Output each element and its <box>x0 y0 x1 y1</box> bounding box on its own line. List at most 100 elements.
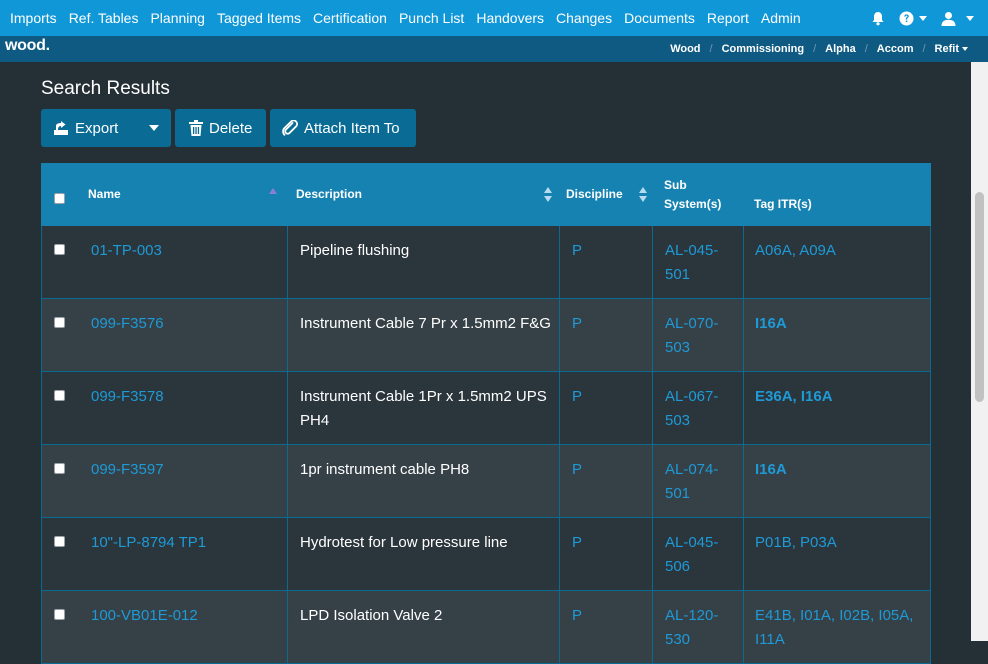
sort-icon <box>639 187 647 203</box>
chevron-down-icon[interactable] <box>149 125 159 131</box>
export-icon <box>54 121 68 135</box>
breadcrumb-separator: / <box>922 43 926 55</box>
item-name-link[interactable]: 01-TP-003 <box>91 242 162 259</box>
breadcrumb-item-phase[interactable]: Refit <box>935 43 968 55</box>
notifications-button[interactable] <box>871 11 885 26</box>
description-cell: LPD Isolation Valve 2 <box>287 591 559 663</box>
delete-button[interactable]: Delete <box>175 109 266 147</box>
row-checkbox[interactable] <box>54 609 65 620</box>
tag-itr-cell: P01B, P03A <box>743 518 931 590</box>
name-cell: 01-TP-003 <box>82 226 287 298</box>
bell-icon <box>872 11 884 25</box>
subsystem-link[interactable]: AL-045-501 <box>665 242 718 283</box>
discipline-cell: P <box>559 445 652 517</box>
table-row[interactable]: 10"-LP-8794 TP1 Hydrotest for Low pressu… <box>41 518 931 591</box>
name-cell: 100-VB01E-012 <box>82 591 287 663</box>
scrollbar-thumb[interactable] <box>975 192 984 402</box>
item-name-link[interactable]: 099-F3576 <box>91 315 164 332</box>
column-header-tag-itr[interactable]: Tag ITR(s) <box>743 163 931 226</box>
tag-itr-link[interactable]: E36A, I16A <box>755 388 833 405</box>
row-checkbox[interactable] <box>54 244 65 255</box>
tag-itr-cell: E41B, I01A, I02B, I05A, I11A <box>743 591 931 663</box>
nav-admin[interactable]: Admin <box>755 0 807 36</box>
tag-itr-cell: I16A <box>743 299 931 371</box>
column-header-tag-itr-label: Tag ITR(s) <box>754 197 812 211</box>
user-menu-button[interactable] <box>941 11 974 26</box>
description-cell: Pipeline flushing <box>287 226 559 298</box>
row-select-cell <box>41 445 82 517</box>
nav-punch-list[interactable]: Punch List <box>393 0 470 36</box>
row-checkbox[interactable] <box>54 536 65 547</box>
results-table: Name Description Discipline Sub System(s… <box>41 163 931 664</box>
breadcrumb: Wood / Commissioning / Alpha / Accom / R… <box>670 36 968 62</box>
main-menu: Imports Ref. Tables Planning Tagged Item… <box>0 0 807 36</box>
subsystem-link[interactable]: AL-070-503 <box>665 315 718 356</box>
nav-certification[interactable]: Certification <box>307 0 393 36</box>
tag-itr-link[interactable]: A06A, A09A <box>755 242 836 259</box>
help-menu-button[interactable] <box>899 11 927 26</box>
nav-changes[interactable]: Changes <box>550 0 618 36</box>
column-header-discipline-label: Discipline <box>566 187 623 201</box>
tag-itr-cell: A06A, A09A <box>743 226 931 298</box>
description-cell: Instrument Cable 7 Pr x 1.5mm2 F&G <box>287 299 559 371</box>
attach-item-button[interactable]: Attach Item To <box>270 109 416 147</box>
column-header-name[interactable]: Name <box>82 163 287 226</box>
breadcrumb-item-project[interactable]: Alpha <box>825 43 856 55</box>
subsystem-cell: AL-045-506 <box>652 518 743 590</box>
export-button[interactable]: Export <box>41 109 171 147</box>
subsystem-link[interactable]: AL-067-503 <box>665 388 718 429</box>
nav-ref-tables[interactable]: Ref. Tables <box>63 0 145 36</box>
subsystem-cell: AL-067-503 <box>652 372 743 444</box>
nav-handovers[interactable]: Handovers <box>470 0 550 36</box>
paperclip-icon <box>282 120 298 136</box>
subsystem-link[interactable]: AL-074-501 <box>665 461 718 502</box>
subsystem-cell: AL-074-501 <box>652 445 743 517</box>
description-cell: Instrument Cable 1Pr x 1.5mm2 UPS PH4 <box>287 372 559 444</box>
item-name-link[interactable]: 099-F3578 <box>91 388 164 405</box>
nav-imports[interactable]: Imports <box>4 0 63 36</box>
table-row[interactable]: 099-F3576 Instrument Cable 7 Pr x 1.5mm2… <box>41 299 931 372</box>
nav-tagged-items[interactable]: Tagged Items <box>211 0 307 36</box>
nav-planning[interactable]: Planning <box>144 0 211 36</box>
table-row[interactable]: 01-TP-003 Pipeline flushing P AL-045-501… <box>41 226 931 299</box>
subsystem-link[interactable]: AL-120-530 <box>665 607 718 648</box>
breadcrumb-item-module[interactable]: Commissioning <box>722 43 805 55</box>
breadcrumb-item-phase-label: Refit <box>934 43 959 55</box>
tag-itr-link[interactable]: E41B, I01A, I02B, I05A, I11A <box>755 607 913 648</box>
nav-report[interactable]: Report <box>701 0 755 36</box>
subsystem-cell: AL-120-530 <box>652 591 743 663</box>
item-name-link[interactable]: 100-VB01E-012 <box>91 607 198 624</box>
vertical-scrollbar[interactable] <box>971 62 988 641</box>
description-cell: 1pr instrument cable PH8 <box>287 445 559 517</box>
discipline-link[interactable]: P <box>572 242 582 259</box>
subsystem-cell: AL-070-503 <box>652 299 743 371</box>
subsystem-link[interactable]: AL-045-506 <box>665 534 718 575</box>
table-row[interactable]: 099-F3597 1pr instrument cable PH8 P AL-… <box>41 445 931 518</box>
table-row[interactable]: 099-F3578 Instrument Cable 1Pr x 1.5mm2 … <box>41 372 931 445</box>
item-name-link[interactable]: 099-F3597 <box>91 461 164 478</box>
context-bar: wood. Wood / Commissioning / Alpha / Acc… <box>0 36 988 62</box>
top-navbar: Imports Ref. Tables Planning Tagged Item… <box>0 0 988 36</box>
row-checkbox[interactable] <box>54 317 65 328</box>
column-header-subsystem[interactable]: Sub System(s) <box>652 163 743 226</box>
tag-itr-link[interactable]: I16A <box>755 461 787 478</box>
table-row[interactable]: 100-VB01E-012 LPD Isolation Valve 2 P AL… <box>41 591 931 664</box>
column-header-discipline[interactable]: Discipline <box>559 163 652 226</box>
tag-itr-link[interactable]: P01B, P03A <box>755 534 837 551</box>
column-header-description[interactable]: Description <box>287 163 559 226</box>
discipline-cell: P <box>559 226 652 298</box>
discipline-link[interactable]: P <box>572 315 582 332</box>
item-name-link[interactable]: 10"-LP-8794 TP1 <box>91 534 206 551</box>
discipline-link[interactable]: P <box>572 607 582 624</box>
row-checkbox[interactable] <box>54 463 65 474</box>
nav-documents[interactable]: Documents <box>618 0 701 36</box>
table-header: Name Description Discipline Sub System(s… <box>41 163 931 226</box>
discipline-link[interactable]: P <box>572 461 582 478</box>
discipline-link[interactable]: P <box>572 534 582 551</box>
select-all-checkbox[interactable] <box>54 193 65 204</box>
breadcrumb-item-area[interactable]: Accom <box>877 43 914 55</box>
tag-itr-link[interactable]: I16A <box>755 315 787 332</box>
discipline-link[interactable]: P <box>572 388 582 405</box>
row-checkbox[interactable] <box>54 390 65 401</box>
breadcrumb-item-company[interactable]: Wood <box>670 43 700 55</box>
